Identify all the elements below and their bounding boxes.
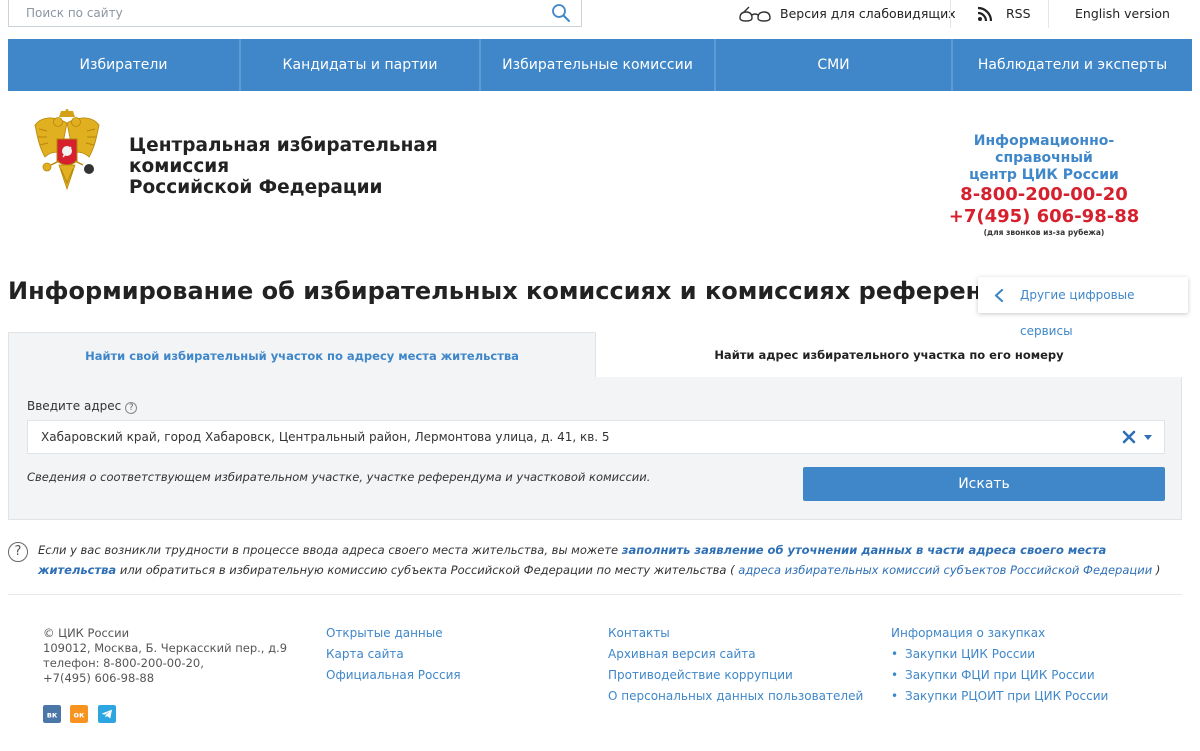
search-icon[interactable] [551, 3, 571, 23]
footer-divider [8, 594, 1182, 595]
regional-commissions-link[interactable]: адреса избирательных комиссий субъектов … [738, 563, 1152, 577]
footer-sitemap-link[interactable]: Карта сайта [326, 644, 461, 665]
clear-icon[interactable] [1122, 430, 1136, 444]
footer-phone: телефон: 8-800-200-00-20, [43, 656, 204, 670]
footer-open-data-link[interactable]: Открытые данные [326, 623, 461, 644]
nav-item-commissions[interactable]: Избирательные комиссии [481, 39, 716, 91]
help-text-part3: ) [1152, 563, 1161, 577]
other-services-label: Другие цифровые сервисы [1020, 288, 1135, 338]
site-search [8, 0, 582, 27]
tab-search-by-number[interactable]: Найти адрес избирательного участка по ег… [596, 332, 1182, 378]
nav-item-observers[interactable]: Наблюдатели и эксперты [953, 39, 1192, 91]
question-icon: ? [8, 542, 28, 562]
caret-down-icon[interactable] [1144, 435, 1152, 440]
footer-procurement-title-link[interactable]: Информация о закупках [891, 623, 1108, 644]
top-divider [950, 0, 951, 28]
footer-procurement-rcoit-link[interactable]: Закупки РЦОИТ при ЦИК России [891, 686, 1108, 707]
rss-icon[interactable] [977, 6, 993, 22]
help-icon[interactable]: ? [125, 402, 138, 414]
footer-address: 109012, Москва, Б. Черкасский пер., д.9 [43, 641, 288, 655]
nav-item-candidates[interactable]: Кандидаты и партии [241, 39, 481, 91]
address-label: Введите адрес? [27, 399, 138, 414]
help-text-part2: или обратиться в избирательную комиссию … [116, 563, 739, 577]
nav-item-voters[interactable]: Избиратели [8, 39, 241, 91]
footer-personal-data-link[interactable]: О персональных данных пользователей [608, 686, 863, 707]
footer-procurement-cik-link[interactable]: Закупки ЦИК России [891, 644, 1108, 665]
address-input[interactable] [28, 421, 1088, 453]
footer-archive-link[interactable]: Архивная версия сайта [608, 644, 863, 665]
footer-col-4: Информация о закупках Закупки ЦИК России… [891, 623, 1108, 707]
chevron-left-icon [994, 289, 1004, 302]
tab-search-by-address[interactable]: Найти свой избирательный участок по адре… [8, 332, 596, 379]
footer-procurement-fci-link[interactable]: Закупки ФЦИ при ЦИК России [891, 665, 1108, 686]
coat-of-arms-logo[interactable] [33, 109, 101, 195]
search-button[interactable]: Искать [803, 467, 1165, 501]
info-center: Информационно-справочный центр ЦИК Росси… [944, 133, 1144, 238]
main-nav: Избиратели Кандидаты и партии Избиратель… [8, 39, 1192, 91]
footer-anticorruption-link[interactable]: Противодействие коррупции [608, 665, 863, 686]
footer-copyright: © ЦИК России [43, 626, 130, 640]
rss-link[interactable]: RSS [1006, 5, 1031, 23]
info-center-title-line1: Информационно-справочный [973, 133, 1115, 166]
footer-phone2: +7(495) 606-98-88 [43, 671, 155, 685]
footer-contacts: © ЦИК России 109012, Москва, Б. Черкасск… [43, 626, 287, 686]
address-field [27, 420, 1165, 454]
page-title: Информирование об избирательных комиссия… [8, 277, 1054, 305]
search-description: Сведения о соответствующем избирательном… [27, 470, 651, 484]
glasses-icon [739, 6, 771, 22]
organization-name-line2: Российской Федерации [129, 177, 383, 198]
help-text: Если у вас возникли трудности в процессе… [38, 540, 1188, 580]
english-version-link[interactable]: English version [1075, 5, 1170, 23]
organization-name[interactable]: Центральная избирательная комиссия Росси… [129, 135, 489, 198]
vk-icon[interactable]: вк [43, 705, 61, 723]
info-center-title-line2: центр ЦИК России [969, 167, 1119, 183]
other-services-button[interactable]: Другие цифровые сервисы [978, 277, 1188, 338]
nav-item-media[interactable]: СМИ [716, 39, 953, 91]
footer-contacts-link[interactable]: Контакты [608, 623, 863, 644]
hotline-phone[interactable]: 8-800-200-00-20 [944, 184, 1144, 206]
svg-text:ок: ок [74, 711, 85, 720]
site-search-input[interactable] [9, 0, 529, 25]
international-phone[interactable]: +7(495) 606-98-88 [944, 206, 1144, 228]
low-vision-link[interactable]: Версия для слабовидящих [780, 5, 956, 23]
footer-col-3: Контакты Архивная версия сайта Противоде… [608, 623, 863, 707]
svg-text:вк: вк [47, 711, 58, 720]
search-panel: Введите адрес? Сведения о соответствующе… [8, 377, 1182, 520]
search-tabs: Найти свой избирательный участок по адре… [8, 332, 1182, 379]
odnoklassniki-icon[interactable]: ок [70, 705, 88, 723]
help-text-part1: Если у вас возникли трудности в процессе… [38, 543, 622, 557]
international-phone-note: (для звонков из-за рубежа) [983, 228, 1105, 237]
organization-name-line1: Центральная избирательная комиссия [129, 135, 438, 177]
footer-official-russia-link[interactable]: Официальная Россия [326, 665, 461, 686]
footer-col-2: Открытые данные Карта сайта Официальная … [326, 623, 461, 686]
telegram-icon[interactable] [98, 705, 116, 723]
top-bar: Версия для слабовидящих RSS English vers… [0, 0, 1200, 28]
address-label-text: Введите адрес [27, 399, 122, 413]
top-divider [1048, 0, 1049, 28]
